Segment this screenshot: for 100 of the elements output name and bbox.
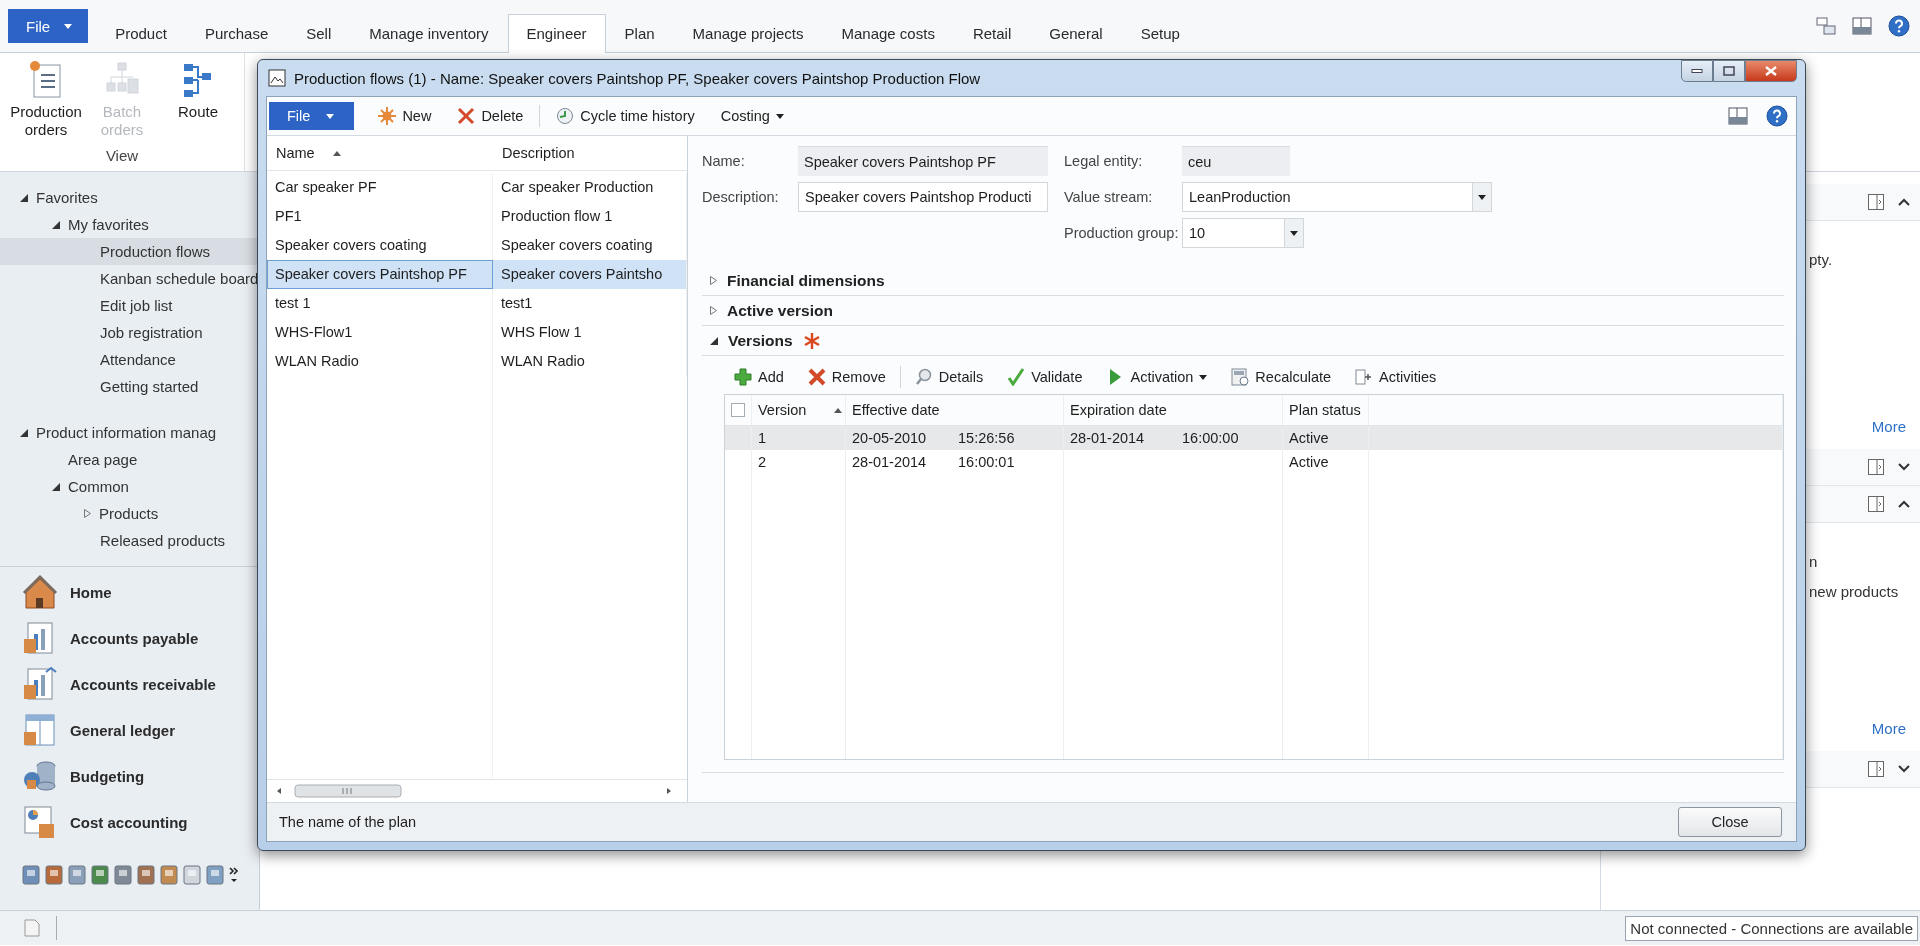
window-title: Production flows (1) - Name: Speaker covers Paintshop PF, Speaker covers Paintshop Production Flow (294, 69, 981, 87)
menu-button[interactable]: Activation (1096, 366, 1218, 388)
file-menu-button[interactable]: File (8, 9, 89, 43)
table-cell: WHS Flow 1 (493, 318, 687, 347)
module-button[interactable]: General ledger (0, 707, 259, 753)
fasttab-header[interactable]: Active version (702, 296, 1784, 326)
list-row[interactable]: PF1 Production flow 1 (267, 202, 687, 231)
tree-item[interactable]: Job registration (0, 319, 259, 346)
field-label: Name: (702, 152, 746, 171)
ribbon-tab[interactable]: General (1030, 14, 1122, 53)
more-link[interactable]: More (1871, 418, 1906, 435)
table-cell-text: 20-05-2010 (851, 429, 928, 448)
table-cell-text: 28-01-2014 (1069, 429, 1146, 448)
ribbon-tab[interactable]: Plan (605, 14, 674, 53)
file-menu-button[interactable]: File (269, 102, 355, 130)
field-label: Description: (702, 188, 780, 207)
module-button[interactable]: Accounts receivable (0, 661, 259, 707)
pane-text: n (1809, 552, 1819, 572)
ribbon-tab[interactable]: Manage projects (673, 14, 823, 53)
list-row[interactable]: test 1 test1 (267, 289, 687, 318)
tree-item[interactable]: Favorites (0, 184, 259, 211)
tree-item[interactable]: Attendance (0, 346, 259, 373)
ribbon-tab[interactable]: Setup (1121, 14, 1199, 53)
read-only-field: Speaker covers Paintshop PF (798, 146, 1048, 176)
ribbon-tab[interactable]: Engineer (507, 14, 606, 53)
table-cell: Car speaker PF (267, 173, 493, 202)
tree-item[interactable]: Product information manag (0, 419, 259, 446)
menu-button[interactable]: Costing (710, 104, 794, 128)
grid-row[interactable]: 2 28-01-2014 16:00:01 Active (725, 450, 1783, 474)
ribbon-button[interactable]: Route (162, 61, 234, 145)
table-cell: Car speaker Production (493, 173, 687, 202)
more-link[interactable]: More (1871, 720, 1906, 737)
table-cell: PF1 (267, 202, 493, 231)
tree-item[interactable]: Kanban schedule board (0, 265, 259, 292)
table-cell: WLAN Radio (493, 347, 687, 376)
tree-item[interactable]: Released products (0, 527, 259, 554)
table-cell: WHS-Flow1 (267, 318, 493, 347)
column-header[interactable]: Expiration date (1064, 395, 1283, 425)
toolbar-button[interactable]: Activities (1345, 366, 1447, 388)
list-row[interactable]: WHS-Flow1 WHS Flow 1 (267, 318, 687, 347)
module-button[interactable]: Cost accounting (0, 799, 259, 845)
table-cell: test1 (493, 289, 687, 318)
table-cell: Speaker covers Paintsho (493, 260, 687, 289)
toolbar-button[interactable]: Recalculate (1221, 366, 1342, 388)
toolbar-button[interactable]: Remove (797, 366, 896, 388)
table-cell: 15:26:56 (952, 426, 1064, 450)
status-text: The name of the plan (279, 814, 417, 830)
toolbar-button[interactable]: Delete (447, 103, 534, 129)
dropdown-field[interactable]: 10 (1182, 218, 1304, 248)
toolbar-button[interactable]: New (368, 103, 442, 129)
table-cell: 16:00:00 (1176, 426, 1283, 450)
module-button[interactable]: Home (0, 569, 259, 615)
tree-item[interactable]: Edit job list (0, 292, 259, 319)
read-only-field: ceu (1182, 146, 1290, 176)
field-label: Production group: (1064, 224, 1180, 243)
list-row[interactable]: Speaker covers Paintshop PF Speaker covers Paintsho (267, 260, 687, 289)
tree-item[interactable]: Production flows (0, 238, 259, 265)
text-field[interactable]: Speaker covers Paintshop Producti (798, 182, 1048, 212)
table-cell: Active (1283, 450, 1369, 474)
module-button[interactable]: Budgeting (0, 753, 259, 799)
table-cell: Active (1283, 426, 1369, 450)
column-header[interactable]: Effective date (846, 395, 1064, 425)
ribbon-tab[interactable]: Manage inventory (350, 14, 508, 53)
ribbon-tab[interactable]: Purchase (185, 14, 288, 53)
toolbar-button[interactable]: Details (904, 366, 994, 388)
toolbar-button[interactable]: Cycle time history (546, 103, 705, 129)
table-cell: WLAN Radio (267, 347, 493, 376)
column-header[interactable]: Name (267, 145, 493, 161)
tree-item[interactable]: My favorites (0, 211, 259, 238)
tree-item[interactable]: Products (0, 500, 259, 527)
ribbon-tab[interactable]: Sell (287, 14, 351, 53)
column-header[interactable]: Plan status (1283, 395, 1369, 425)
dropdown-field[interactable]: LeanProduction (1182, 182, 1492, 212)
column-header[interactable]: Description (493, 145, 687, 161)
grid-row[interactable]: 1 20-05-2010 15:26:56 28-01-2014 16:00:00 Active (725, 426, 1783, 450)
module-button[interactable]: Accounts payable (0, 615, 259, 661)
fasttab-header[interactable]: Financial dimensions (702, 266, 1784, 296)
tree-item[interactable]: Common (0, 473, 259, 500)
toolbar-button[interactable]: Add (724, 366, 794, 388)
ribbon-button[interactable]: Production orders (10, 61, 82, 145)
table-cell: test 1 (267, 289, 493, 318)
ribbon-tab[interactable]: Manage costs (822, 14, 954, 53)
field-label: Value stream: (1064, 188, 1154, 207)
column-header[interactable]: Version (752, 395, 846, 425)
ribbon-tab[interactable]: Retail (953, 14, 1031, 53)
close-button[interactable]: Close (1678, 807, 1782, 837)
table-cell: 2 (752, 450, 846, 474)
connection-status: Not connected - Connections are available (1625, 915, 1918, 941)
tree-item[interactable]: Area page (0, 446, 259, 473)
tree-item[interactable]: Getting started (0, 373, 259, 400)
table-cell: 16:00:01 (952, 450, 1064, 474)
pane-text: new products (1809, 582, 1900, 602)
toolbar-button[interactable]: Validate (997, 366, 1093, 388)
group-label: View (104, 146, 140, 166)
list-row[interactable]: WLAN Radio WLAN Radio (267, 347, 687, 376)
list-row[interactable]: Car speaker PF Car speaker Production (267, 173, 687, 202)
fasttab-header[interactable]: Versions (702, 326, 1784, 356)
ribbon-tab[interactable]: Product (96, 14, 186, 53)
table-cell-text: 28-01-2014 (851, 453, 928, 472)
table-cell: Speaker covers coating (267, 231, 493, 260)
